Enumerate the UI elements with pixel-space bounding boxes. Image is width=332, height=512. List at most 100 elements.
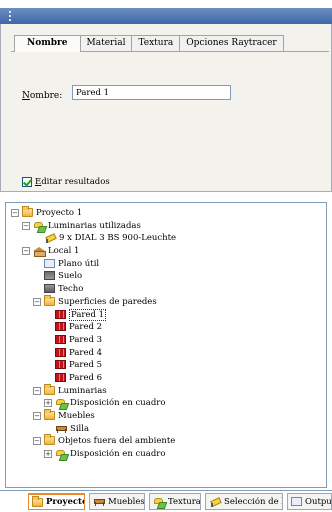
tree-item-disposicion-luminarias[interactable]: + Disposición en cuadro — [44, 397, 165, 408]
tree-item-label: Proyecto 1 — [36, 207, 83, 218]
tab-label: Proyecto — [46, 497, 85, 507]
bottom-tab-bar: Proyecto Muebles Texturas Selección de l… — [0, 490, 332, 512]
tab-output[interactable]: Output — [287, 493, 332, 510]
tree-item-label: Local 1 — [48, 245, 80, 256]
tree-item-suelo[interactable]: Suelo — [44, 270, 82, 281]
work-plane-icon — [44, 259, 55, 268]
tree-item-label: Pared 3 — [69, 334, 103, 345]
properties-tabs: Nombre Material Textura Opciones Raytrac… — [14, 35, 284, 52]
tree-item-label: Luminarias — [58, 385, 107, 396]
tree-item-label: Disposición en cuadro — [70, 448, 166, 459]
tree-item-silla[interactable]: Silla — [55, 423, 89, 434]
tree-item-label: Techo — [58, 283, 84, 294]
properties-panel: Nombre Material Textura Opciones Raytrac… — [0, 24, 332, 192]
wall-icon — [55, 322, 66, 331]
tab-label: Selección de l... — [224, 496, 282, 507]
tab-opciones-raytracer[interactable]: Opciones Raytracer — [179, 35, 284, 51]
tree-item-disposicion-objetos[interactable]: + Disposición en cuadro — [44, 448, 165, 459]
tree-item-label: Muebles — [58, 410, 95, 421]
lamp-icon — [209, 497, 221, 507]
tree-item-techo[interactable]: Techo — [44, 283, 83, 294]
tab-material[interactable]: Material — [79, 35, 133, 51]
tree-item-label: Pared 6 — [69, 372, 103, 383]
tab-label: Output — [305, 496, 332, 507]
tab-muebles[interactable]: Muebles — [89, 493, 145, 510]
tree-item-pared-5[interactable]: Pared 5 — [55, 359, 102, 370]
folder-icon — [44, 409, 55, 420]
collapse-icon[interactable]: − — [33, 411, 41, 420]
panel-title-bar[interactable] — [0, 8, 332, 24]
tree-item-label: Pared 2 — [69, 321, 103, 332]
tree-item-pared-6[interactable]: Pared 6 — [55, 372, 102, 383]
wall-icon — [55, 310, 66, 319]
ceiling-icon — [44, 284, 55, 293]
tree-item-luminarias[interactable]: − Luminarias — [33, 384, 107, 396]
edit-results-row[interactable]: Editar resultados — [22, 177, 110, 187]
lamp-icon — [44, 233, 56, 243]
luminaire-icon — [33, 221, 45, 231]
tab-textura[interactable]: Textura — [131, 35, 181, 51]
chair-icon — [93, 497, 105, 506]
collapse-icon[interactable]: − — [11, 208, 19, 217]
collapse-icon[interactable]: − — [22, 246, 30, 255]
room-icon — [33, 246, 46, 257]
tab-content — [11, 51, 329, 187]
tree-item-label: Plano útil — [58, 258, 100, 269]
tree-item-pared-3[interactable]: Pared 3 — [55, 334, 102, 345]
output-icon — [291, 497, 302, 506]
tab-label: Texturas — [168, 496, 201, 507]
tree-item-label: Pared 4 — [69, 347, 103, 358]
textures-icon — [153, 497, 165, 507]
name-input[interactable] — [72, 85, 231, 100]
project-tree: − Proyecto 1 − Luminarias utilizadas 9 x… — [5, 202, 327, 488]
collapse-icon[interactable]: − — [22, 221, 30, 230]
folder-icon — [44, 295, 55, 306]
collapse-icon[interactable]: − — [33, 386, 41, 395]
tree-item-dial-luminaire[interactable]: 9 x DIAL 3 BS 900-Leuchte — [44, 232, 176, 243]
tree-item-luminarias-utilizadas[interactable]: − Luminarias utilizadas — [22, 220, 141, 231]
tree-item-label: Objetos fuera del ambiente — [58, 435, 176, 446]
tree-item-label: Pared 5 — [69, 359, 103, 370]
wall-icon — [55, 335, 66, 344]
tree-item-proyecto-1[interactable]: − Proyecto 1 — [11, 206, 83, 218]
tree-item-label: Silla — [70, 423, 90, 434]
tree-item-pared-4[interactable]: Pared 4 — [55, 347, 102, 358]
luminaire-icon — [55, 398, 67, 408]
window-top-strip — [0, 0, 332, 8]
luminaire-icon — [55, 449, 67, 459]
tree-item-superficies-de-paredes[interactable]: − Superficies de paredes — [33, 295, 157, 307]
expand-icon[interactable]: + — [44, 449, 52, 458]
folder-icon — [32, 495, 43, 507]
tab-label: Muebles — [108, 496, 145, 507]
collapse-icon[interactable]: − — [33, 297, 41, 306]
tree-item-local-1[interactable]: − Local 1 — [22, 245, 80, 257]
floor-icon — [44, 271, 55, 280]
wall-icon — [55, 360, 66, 369]
tree-item-label: Disposición en cuadro — [70, 397, 166, 408]
wall-icon — [55, 348, 66, 357]
tree-item-pared-1[interactable]: Pared 1 — [55, 308, 107, 321]
folder-icon — [44, 384, 55, 395]
tree-item-label: 9 x DIAL 3 BS 900-Leuchte — [59, 232, 177, 243]
wall-icon — [55, 373, 66, 382]
edit-results-label: Editar resultados — [35, 177, 110, 187]
tab-seleccion-luminarias[interactable]: Selección de l... — [205, 493, 283, 510]
expand-icon[interactable]: + — [44, 398, 52, 407]
collapse-icon[interactable]: − — [33, 436, 41, 445]
tree-item-pared-2[interactable]: Pared 2 — [55, 321, 102, 332]
splitter[interactable] — [0, 192, 332, 202]
tree-item-objetos-fuera[interactable]: − Objetos fuera del ambiente — [33, 434, 176, 446]
tree-item-plano-util[interactable]: Plano útil — [44, 258, 99, 269]
tab-nombre[interactable]: Nombre — [14, 35, 81, 52]
edit-results-checkbox[interactable] — [22, 177, 32, 187]
tree-item-label: Superficies de paredes — [58, 296, 157, 307]
tree-item-muebles[interactable]: − Muebles — [33, 409, 95, 421]
tree-item-label: Suelo — [58, 270, 83, 281]
tree-item-label: Pared 1 — [69, 308, 107, 321]
tree-item-label: Luminarias utilizadas — [48, 220, 141, 231]
tab-texturas[interactable]: Texturas — [149, 493, 201, 510]
chair-icon — [55, 424, 67, 433]
tab-proyecto[interactable]: Proyecto — [28, 493, 85, 510]
name-label: Nombre: — [22, 91, 63, 101]
grip-handle-icon[interactable] — [9, 11, 11, 21]
